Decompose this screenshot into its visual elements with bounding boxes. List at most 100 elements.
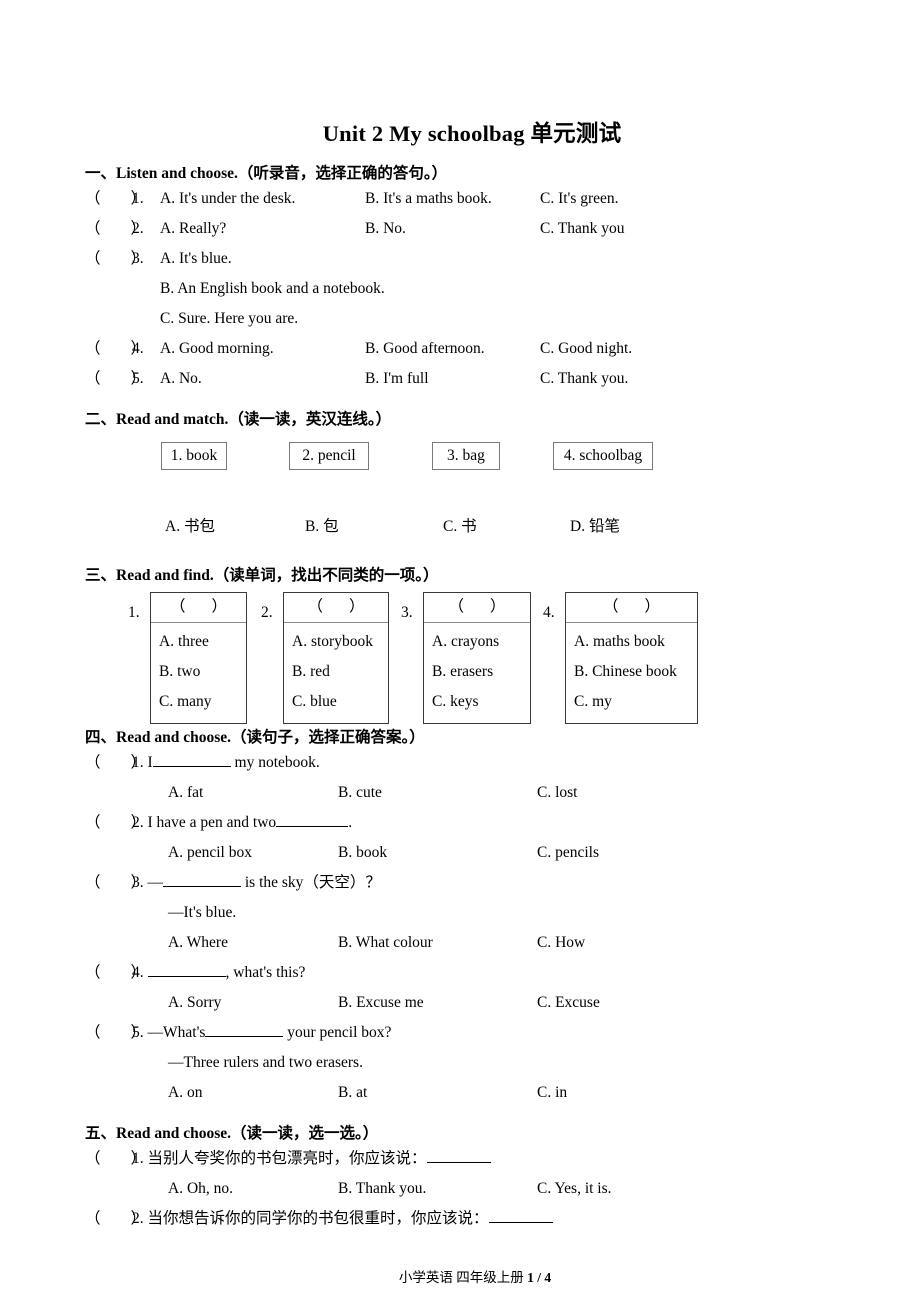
section-number-5: 五、 bbox=[85, 1125, 117, 1142]
option-c[interactable]: C. It's green. bbox=[540, 184, 619, 214]
option-a[interactable]: A. Good morning. bbox=[160, 334, 274, 364]
answer-bracket[interactable]: （） bbox=[85, 748, 146, 778]
section-title-en-1: Listen and choose. bbox=[116, 165, 238, 182]
match-option-b[interactable]: B. 包 bbox=[305, 514, 339, 540]
answer-bracket[interactable]: （） bbox=[85, 1018, 146, 1048]
answer-blank[interactable] bbox=[488, 1208, 553, 1223]
option-row: A. on B. at C. in bbox=[0, 1078, 920, 1108]
answer-bracket[interactable]: （） bbox=[85, 808, 146, 838]
footer-subject: 小学英语 四年级上册 bbox=[398, 1270, 524, 1285]
option-b[interactable]: B. two bbox=[159, 657, 246, 687]
answer-blank[interactable] bbox=[276, 812, 349, 827]
option-b[interactable]: B. red bbox=[292, 657, 388, 687]
option-c[interactable]: C. my bbox=[574, 687, 697, 717]
option-b[interactable]: B. Thank you. bbox=[338, 1174, 426, 1204]
option-a[interactable]: A. pencil box bbox=[168, 838, 252, 868]
answer-blank[interactable] bbox=[147, 962, 226, 977]
option-c[interactable]: C. Good night. bbox=[540, 334, 632, 364]
option-a[interactable]: A. Sorry bbox=[168, 988, 221, 1018]
answer-bracket[interactable]: （） bbox=[85, 364, 146, 394]
option-c[interactable]: C. blue bbox=[292, 687, 388, 717]
answer-bracket[interactable]: （） bbox=[424, 593, 530, 623]
match-option-a[interactable]: A. 书包 bbox=[165, 514, 215, 540]
option-b[interactable]: B. book bbox=[338, 838, 387, 868]
section-title-en-4: Read and choose. bbox=[116, 729, 231, 746]
section-number-3: 三、 bbox=[85, 567, 117, 584]
option-c[interactable]: C. Sure. Here you are. bbox=[0, 304, 920, 334]
find-item-options: A. maths book B. Chinese book C. my bbox=[566, 623, 697, 723]
find-item-options: A. storybook B. red C. blue bbox=[284, 623, 388, 723]
option-c[interactable]: C. pencils bbox=[537, 838, 599, 868]
option-b[interactable]: B. I'm full bbox=[365, 364, 429, 394]
question-stem-before: — bbox=[147, 874, 164, 891]
option-b[interactable]: B. cute bbox=[338, 778, 382, 808]
option-c[interactable]: C. Thank you bbox=[540, 214, 625, 244]
find-item-number: 4. bbox=[543, 604, 555, 621]
answer-bracket[interactable]: （） bbox=[151, 593, 246, 623]
option-b[interactable]: B. erasers bbox=[432, 657, 530, 687]
option-a[interactable]: A. No. bbox=[160, 364, 202, 394]
option-c[interactable]: C. Excuse bbox=[537, 988, 600, 1018]
match-option-d[interactable]: D. 铅笔 bbox=[570, 514, 620, 540]
question-number: 2. bbox=[132, 1210, 144, 1227]
find-items-row: 1. （） A. three B. two C. many 2. （） A. s… bbox=[0, 592, 920, 724]
option-a[interactable]: A. three bbox=[159, 627, 246, 657]
answer-bracket[interactable]: （） bbox=[284, 593, 388, 623]
question-stem-after: . bbox=[348, 814, 353, 831]
option-c[interactable]: C. many bbox=[159, 687, 246, 717]
option-a[interactable]: A. It's under the desk. bbox=[160, 184, 295, 214]
worksheet-page: Unit 2 My schoolbag 单元测试 一、Listen and ch… bbox=[0, 0, 920, 1302]
option-c[interactable]: C. Yes, it is. bbox=[537, 1174, 612, 1204]
option-b[interactable]: B. Chinese book bbox=[574, 657, 697, 687]
option-b[interactable]: B. Excuse me bbox=[338, 988, 424, 1018]
match-option-c[interactable]: C. 书 bbox=[443, 514, 477, 540]
option-a[interactable]: A. Really? bbox=[160, 214, 226, 244]
option-c[interactable]: C. in bbox=[537, 1078, 567, 1108]
find-item-box: （） A. storybook B. red C. blue bbox=[283, 592, 389, 724]
option-b[interactable]: B. It's a maths book. bbox=[365, 184, 492, 214]
page-title: Unit 2 My schoolbag 单元测试 bbox=[322, 121, 622, 146]
option-a[interactable]: A. Oh, no. bbox=[168, 1174, 233, 1204]
option-c[interactable]: C. lost bbox=[537, 778, 577, 808]
option-row: A. Sorry B. Excuse me C. Excuse bbox=[0, 988, 920, 1018]
answer-blank[interactable] bbox=[163, 872, 241, 887]
option-a[interactable]: A. crayons bbox=[432, 627, 530, 657]
option-c[interactable]: C. How bbox=[537, 928, 585, 958]
answer-bracket[interactable]: （） bbox=[85, 214, 146, 244]
match-word-box[interactable]: 3. bag bbox=[432, 442, 500, 470]
option-a[interactable]: A. on bbox=[168, 1078, 202, 1108]
answer-bracket[interactable]: （） bbox=[85, 868, 146, 898]
option-b[interactable]: B. at bbox=[338, 1078, 367, 1108]
option-a[interactable]: A. storybook bbox=[292, 627, 388, 657]
section-number-2: 二、 bbox=[85, 411, 117, 428]
option-a[interactable]: A. fat bbox=[168, 778, 203, 808]
answer-bracket[interactable]: （） bbox=[85, 958, 146, 988]
option-c[interactable]: C. keys bbox=[432, 687, 530, 717]
option-a[interactable]: A. Where bbox=[168, 928, 228, 958]
question-row: （）4. , what's this? bbox=[0, 958, 920, 988]
section-number-1: 一、 bbox=[85, 165, 117, 182]
answer-bracket[interactable]: （） bbox=[85, 1144, 146, 1174]
option-a[interactable]: A. maths book bbox=[574, 627, 697, 657]
match-word-box[interactable]: 1. book bbox=[161, 442, 227, 470]
section-heading-5: 五、Read and choose.（读一读，选一选。） bbox=[0, 1108, 920, 1144]
option-a[interactable]: A. It's blue. bbox=[160, 244, 232, 274]
option-b[interactable]: B. What colour bbox=[338, 928, 433, 958]
answer-blank[interactable] bbox=[205, 1022, 284, 1037]
answer-bracket[interactable]: （） bbox=[85, 1204, 146, 1234]
answer-bracket[interactable]: （） bbox=[85, 184, 146, 214]
answer-bracket[interactable]: （） bbox=[85, 334, 146, 364]
answer-blank[interactable] bbox=[426, 1148, 491, 1163]
answer-blank[interactable] bbox=[152, 752, 231, 767]
option-c[interactable]: C. Thank you. bbox=[540, 364, 628, 394]
answer-bracket[interactable]: （） bbox=[566, 593, 697, 623]
question-stem-after: my notebook. bbox=[234, 754, 320, 771]
option-b[interactable]: B. Good afternoon. bbox=[365, 334, 485, 364]
question-stem-before: 当别人夸奖你的书包漂亮时，你应该说： bbox=[147, 1150, 427, 1167]
match-word-box[interactable]: 2. pencil bbox=[289, 442, 369, 470]
option-b[interactable]: B. No. bbox=[365, 214, 406, 244]
option-b[interactable]: B. An English book and a notebook. bbox=[0, 274, 920, 304]
question-row: （）3. — is the sky（天空）？ bbox=[0, 868, 920, 898]
answer-bracket[interactable]: （） bbox=[85, 244, 146, 274]
match-word-box[interactable]: 4. schoolbag bbox=[553, 442, 653, 470]
